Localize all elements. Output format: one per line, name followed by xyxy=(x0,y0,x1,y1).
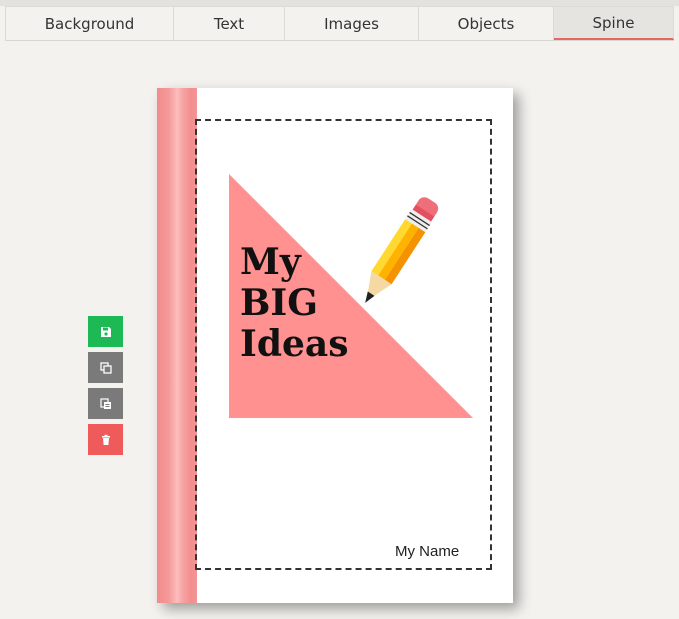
trash-icon xyxy=(101,434,110,445)
title-line: BIG xyxy=(240,282,319,324)
tab-images[interactable]: Images xyxy=(285,6,419,40)
tab-text[interactable]: Text xyxy=(174,6,285,40)
element-toolbar xyxy=(88,316,123,460)
book-spine[interactable] xyxy=(157,88,197,603)
title-line: Ideas xyxy=(240,323,349,365)
paste-button[interactable] xyxy=(88,388,123,419)
tab-spine[interactable]: Spine xyxy=(554,6,674,40)
save-button[interactable] xyxy=(88,316,123,347)
author-name[interactable]: My Name xyxy=(395,543,459,560)
cover-title[interactable]: My BIG Ideas xyxy=(240,242,349,365)
book-cover-canvas[interactable]: My BIG Ideas My Name xyxy=(157,88,513,603)
pencil-icon[interactable] xyxy=(354,188,440,316)
tab-objects[interactable]: Objects xyxy=(419,6,554,40)
paste-icon xyxy=(99,397,111,409)
duplicate-button[interactable] xyxy=(88,352,123,383)
copy-icon xyxy=(99,361,112,374)
tab-background[interactable]: Background xyxy=(5,6,174,40)
save-icon xyxy=(100,326,111,337)
title-line: My xyxy=(240,241,301,283)
delete-button[interactable] xyxy=(88,424,123,455)
editor-tabs: Background Text Images Objects Spine xyxy=(5,6,674,41)
